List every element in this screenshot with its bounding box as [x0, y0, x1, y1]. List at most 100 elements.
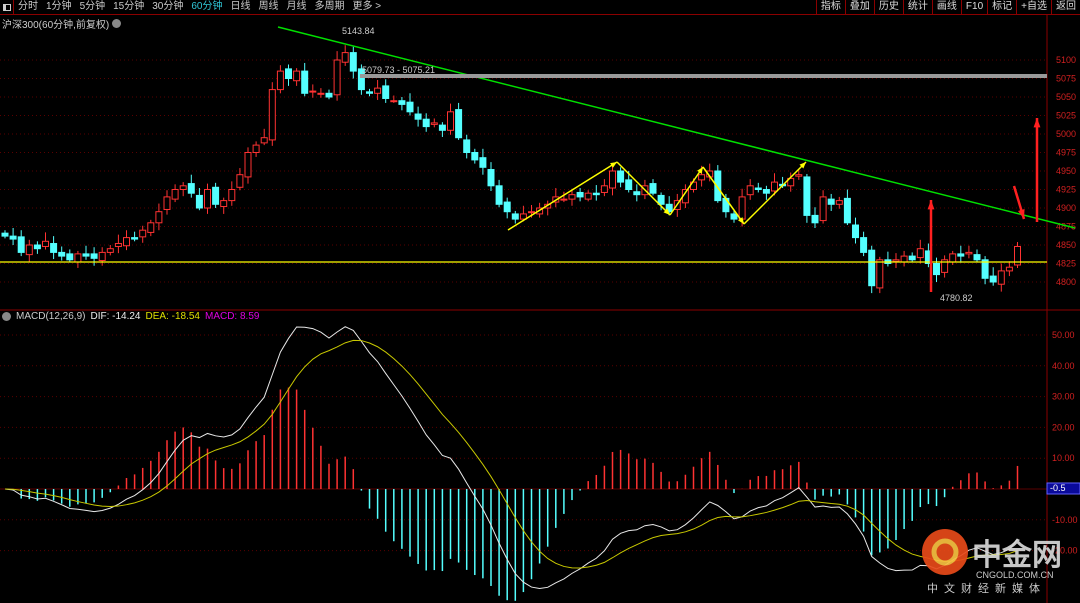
candle — [341, 45, 349, 66]
period-tab[interactable]: 30分钟 — [148, 0, 187, 14]
candle — [50, 236, 58, 260]
candle — [163, 190, 171, 215]
candle — [285, 64, 292, 86]
candle — [374, 79, 382, 100]
candle — [706, 163, 714, 182]
candle — [1, 230, 9, 239]
macd-value: MACD: 8.59 — [204, 311, 260, 322]
low-label: 4780.82 — [940, 293, 973, 303]
tool-button[interactable]: 统计 — [902, 0, 932, 15]
tool-button[interactable]: +自选 — [1016, 0, 1051, 15]
period-tab[interactable]: 日线 — [227, 0, 255, 14]
candle — [204, 183, 211, 214]
candle — [390, 95, 398, 103]
candle — [244, 147, 252, 184]
tool-button[interactable]: F10 — [960, 0, 987, 15]
price-tick-label: 4975 — [1056, 148, 1076, 158]
candlesticks — [1, 45, 1021, 294]
tool-button[interactable]: 画线 — [931, 0, 961, 15]
sidebar-toggle-button[interactable] — [0, 0, 14, 14]
candle — [430, 118, 438, 128]
macd-indicator — [4, 326, 1019, 601]
watermark-slogan: 中文财经新媒体 — [927, 581, 1046, 595]
period-tab[interactable]: 周线 — [255, 0, 283, 14]
period-toolbar: 分时 1分钟 5分钟 15分钟 30分钟 60分钟 日线 周线 月线 多周期 更多 > 指标 叠加 历史… — [0, 0, 1080, 15]
tool-button[interactable]: 指标 — [815, 0, 845, 15]
candle — [90, 247, 98, 266]
chart-title-row: 沪深300(60分钟,前复权) — [2, 16, 122, 31]
candle — [730, 210, 738, 223]
candle — [479, 148, 487, 175]
candle — [941, 255, 949, 278]
candle — [503, 197, 511, 219]
price-tick-label: 5000 — [1056, 129, 1076, 139]
range-label: 5079.73 - 5075.21 — [362, 65, 435, 75]
candle — [333, 51, 341, 101]
candle — [212, 182, 220, 208]
candle — [552, 188, 560, 208]
candle — [325, 89, 333, 100]
candle — [528, 205, 535, 218]
candle — [738, 188, 746, 227]
candle — [900, 250, 908, 267]
price-tick-label: 4950 — [1056, 166, 1076, 176]
high-label: 5143.84 — [342, 26, 375, 36]
arrow-head-icon — [1033, 118, 1041, 128]
candle — [625, 171, 633, 193]
candle — [455, 102, 463, 140]
candle — [673, 193, 681, 217]
settings-icon[interactable] — [112, 19, 122, 28]
candle — [600, 179, 608, 197]
candle — [771, 173, 778, 196]
macd-tick-label: -10.00 — [1052, 515, 1078, 525]
period-tab[interactable]: 更多 > — [349, 0, 386, 14]
candle — [406, 93, 414, 116]
arrow-head-icon — [663, 208, 670, 215]
candle — [293, 68, 301, 86]
period-tab[interactable]: 5分钟 — [76, 0, 110, 14]
candle — [536, 202, 544, 218]
candle — [414, 106, 422, 127]
period-tab[interactable]: 月线 — [283, 0, 311, 14]
candle — [228, 181, 236, 206]
candle — [511, 210, 519, 224]
candle — [592, 185, 600, 201]
arrow-head-icon — [697, 167, 703, 174]
current-value: -0.5 — [1050, 483, 1066, 493]
tool-button[interactable]: 叠加 — [844, 0, 874, 15]
red-arrow — [1012, 185, 1026, 220]
zigzag-arrow — [702, 166, 745, 225]
price-tick-label: 5025 — [1056, 111, 1076, 121]
chart-canvas[interactable]: 5100 5075 5050 5025 5000 4975 4950 4925 4900 4875… — [0, 0, 1080, 603]
candle — [220, 197, 228, 214]
candle — [884, 251, 892, 267]
candle — [657, 192, 665, 211]
candle — [74, 250, 82, 268]
candle — [981, 256, 989, 285]
price-tick-label: 5100 — [1056, 55, 1076, 65]
candle — [989, 267, 997, 286]
period-tab[interactable]: 60分钟 — [187, 0, 226, 14]
candle — [681, 184, 689, 208]
zigzag-arrow — [616, 161, 671, 216]
candle — [779, 176, 787, 189]
candle — [155, 203, 163, 231]
period-tab[interactable]: 多周期 — [311, 0, 349, 14]
price-tick-label: 4825 — [1056, 259, 1076, 269]
candle — [957, 245, 965, 263]
candle — [722, 193, 730, 218]
settings-icon[interactable] — [2, 312, 11, 321]
candle — [171, 184, 179, 203]
period-tab[interactable]: 15分钟 — [109, 0, 148, 14]
candle — [787, 172, 795, 192]
candle — [147, 219, 155, 237]
candle — [843, 189, 851, 226]
period-tab[interactable]: 1分钟 — [42, 0, 76, 14]
tool-button[interactable]: 返回 — [1051, 0, 1080, 15]
period-tab[interactable]: 分时 — [14, 0, 42, 14]
tool-button[interactable]: 历史 — [873, 0, 903, 15]
tool-button[interactable]: 标记 — [987, 0, 1016, 15]
candle — [276, 65, 284, 94]
candle — [179, 182, 187, 197]
candle — [795, 170, 803, 180]
